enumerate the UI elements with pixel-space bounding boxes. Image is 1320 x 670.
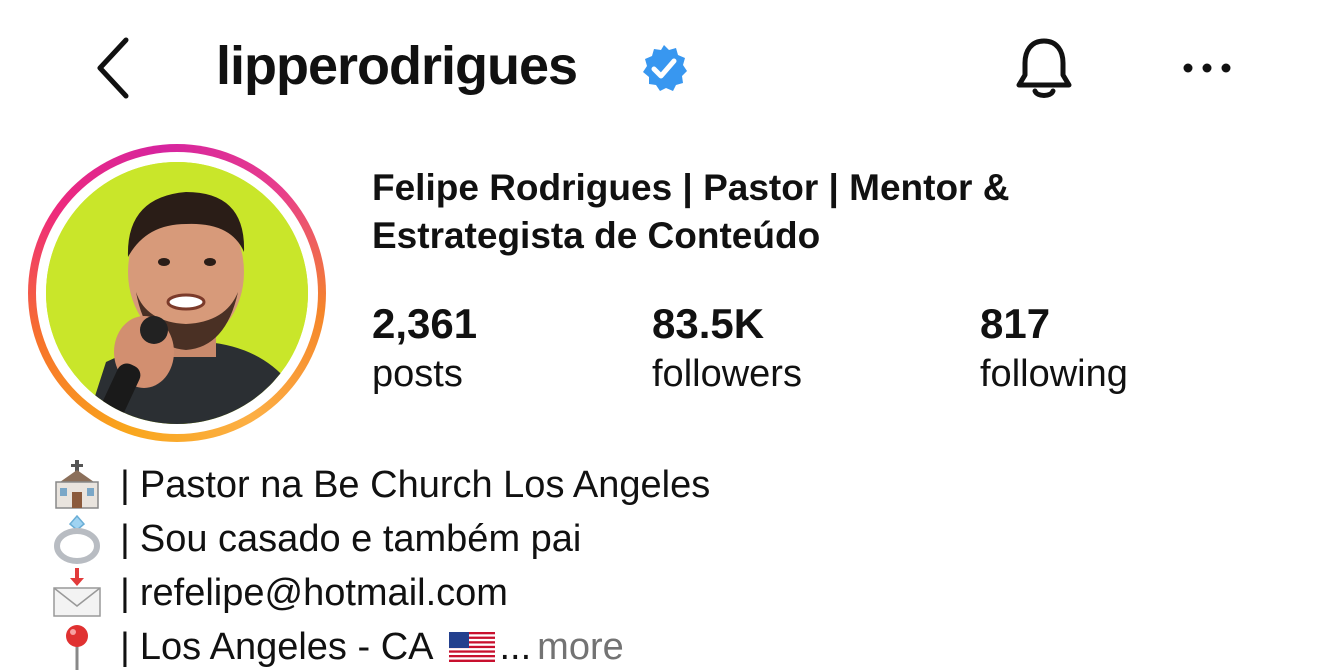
back-button[interactable] <box>84 30 144 106</box>
bio-line: | Los Angeles - CA ... more <box>48 620 1248 670</box>
profile-photo <box>46 162 308 424</box>
verified-badge-icon <box>638 42 690 94</box>
pin-icon <box>48 622 106 670</box>
bio-ellipsis: ... <box>499 626 532 668</box>
stat-followers[interactable]: 83.5K followers <box>652 298 802 398</box>
bio-line: | Sou casado e também pai <box>48 512 1248 566</box>
bio-separator: | <box>120 626 130 668</box>
posts-count: 2,361 <box>372 300 478 347</box>
bio-separator: | <box>120 464 130 506</box>
bio-separator: | <box>120 518 130 560</box>
ring-icon <box>48 514 106 564</box>
following-label: following <box>980 353 1128 395</box>
church-icon <box>48 460 106 510</box>
bell-icon <box>1016 38 1072 98</box>
following-count: 817 <box>980 300 1051 347</box>
more-options-button[interactable] <box>1172 40 1242 96</box>
stat-following[interactable]: 817 following <box>980 298 1128 398</box>
envelope-icon <box>48 568 106 618</box>
profile-username: lipperodrigues <box>216 36 578 96</box>
bio-email-link[interactable]: refelipe@hotmail.com <box>140 566 508 620</box>
profile-bio: | Pastor na Be Church Los Angeles | Sou … <box>48 458 1248 670</box>
followers-label: followers <box>652 353 802 395</box>
bio-text: Pastor na Be Church Los Angeles <box>139 464 711 506</box>
bio-line: | Pastor na Be Church Los Angeles <box>48 458 1248 512</box>
notifications-button[interactable] <box>1006 30 1082 106</box>
bio-more-link[interactable]: more <box>537 620 624 670</box>
chevron-left-icon <box>97 37 129 99</box>
bio-separator: | <box>120 572 130 614</box>
bio-line: | refelipe@hotmail.com <box>48 566 1248 620</box>
bio-text: Sou casado e também pai <box>139 518 582 560</box>
posts-label: posts <box>372 353 463 395</box>
profile-full-name: Felipe Rodrigues | Pastor | Mentor & Est… <box>372 167 1010 256</box>
us-flag-icon <box>449 632 496 662</box>
bio-text: Los Angeles - CA <box>139 626 434 668</box>
ellipsis-icon <box>1183 63 1231 73</box>
followers-count: 83.5K <box>652 300 765 347</box>
stat-posts[interactable]: 2,361 posts <box>372 298 477 398</box>
profile-avatar-story-ring[interactable] <box>28 144 326 442</box>
